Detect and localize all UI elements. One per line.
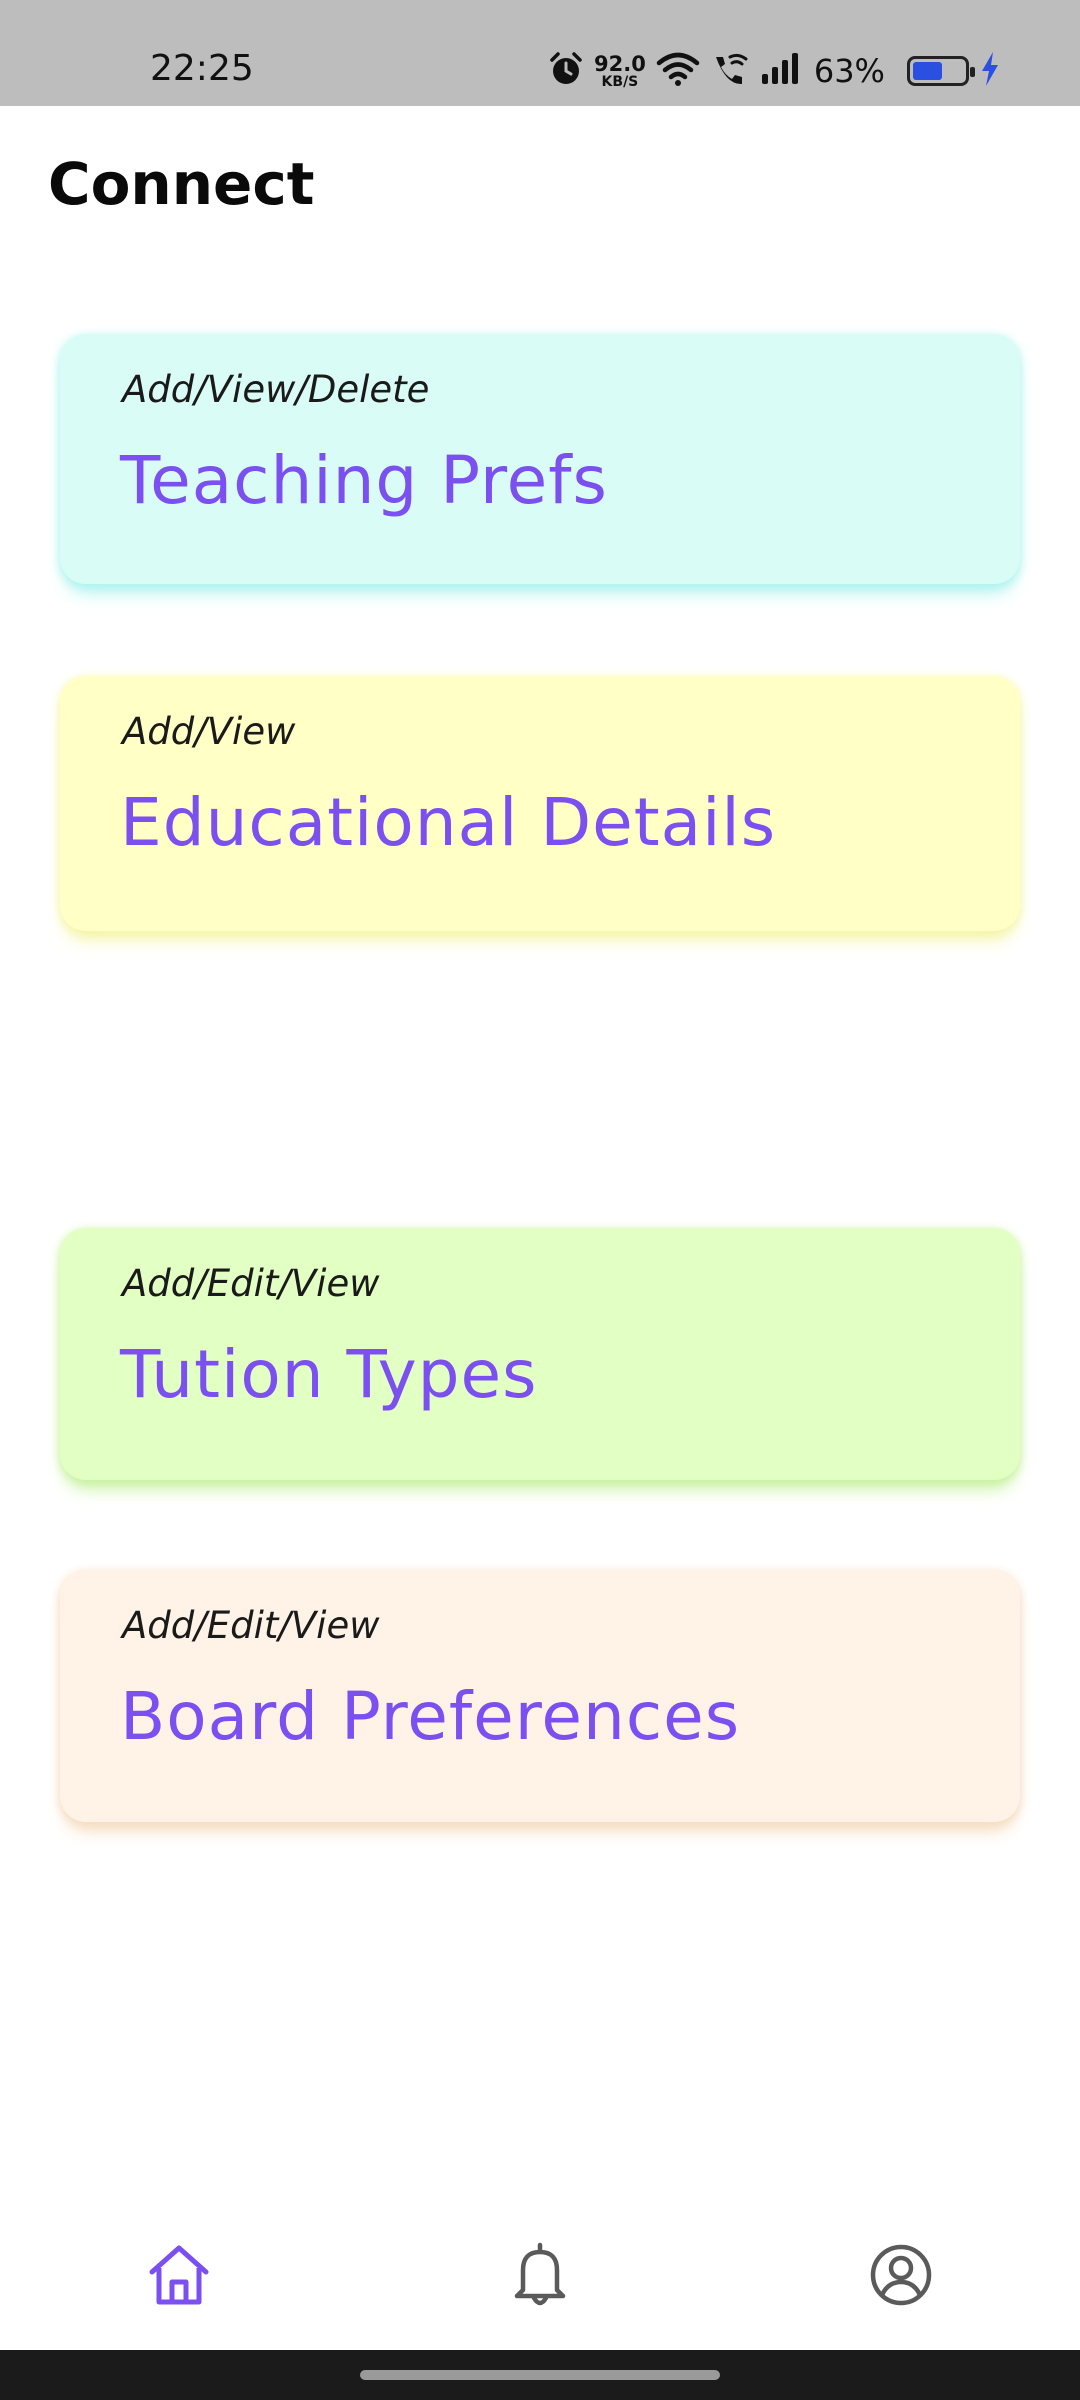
status-bar: 22:25 92.0 KB/S 63% <box>0 0 1080 106</box>
charging-icon <box>979 51 1001 92</box>
nav-profile[interactable] <box>866 2240 936 2310</box>
wifi-icon <box>656 51 700 92</box>
card-title: Educational Details <box>120 784 777 861</box>
card-subtitle: Add/View <box>122 710 296 753</box>
bottom-nav <box>0 2190 1080 2340</box>
card-teaching-prefs[interactable]: Add/View/Delete Teaching Prefs <box>60 334 1020 584</box>
card-title: Teaching Prefs <box>120 442 608 519</box>
battery-fill <box>912 62 943 80</box>
gesture-handle[interactable] <box>360 2370 720 2380</box>
card-board-preferences[interactable]: Add/Edit/View Board Preferences <box>60 1570 1020 1822</box>
net-speed-unit: KB/S <box>601 73 639 90</box>
screen: 22:25 92.0 KB/S 63% Connect Add/View/Del… <box>0 0 1080 2400</box>
home-icon <box>149 2245 209 2305</box>
system-navigation-bar <box>0 2350 1080 2400</box>
battery-percent: 63% <box>813 52 885 90</box>
net-speed: 92.0 KB/S <box>594 51 646 90</box>
card-subtitle: Add/View/Delete <box>122 368 430 411</box>
net-speed-value: 92.0 <box>594 51 646 76</box>
alarm-icon <box>548 51 584 92</box>
card-educational-details[interactable]: Add/View Educational Details <box>60 676 1020 931</box>
nav-notifications[interactable] <box>505 2240 575 2310</box>
status-time: 22:25 <box>150 48 254 89</box>
profile-icon <box>870 2244 932 2306</box>
nav-home[interactable] <box>144 2240 214 2310</box>
battery-icon <box>906 56 975 86</box>
card-subtitle: Add/Edit/View <box>122 1604 380 1647</box>
card-title: Tution Types <box>120 1336 538 1413</box>
signal-icon <box>760 52 804 91</box>
card-subtitle: Add/Edit/View <box>122 1262 380 1305</box>
status-icons: 92.0 KB/S 63% <box>548 46 1001 96</box>
card-title: Board Preferences <box>120 1678 741 1755</box>
card-tution-types[interactable]: Add/Edit/View Tution Types <box>60 1228 1020 1480</box>
page-title: Connect <box>48 150 315 218</box>
bell-icon <box>514 2242 566 2306</box>
wifi-call-icon <box>710 51 750 92</box>
